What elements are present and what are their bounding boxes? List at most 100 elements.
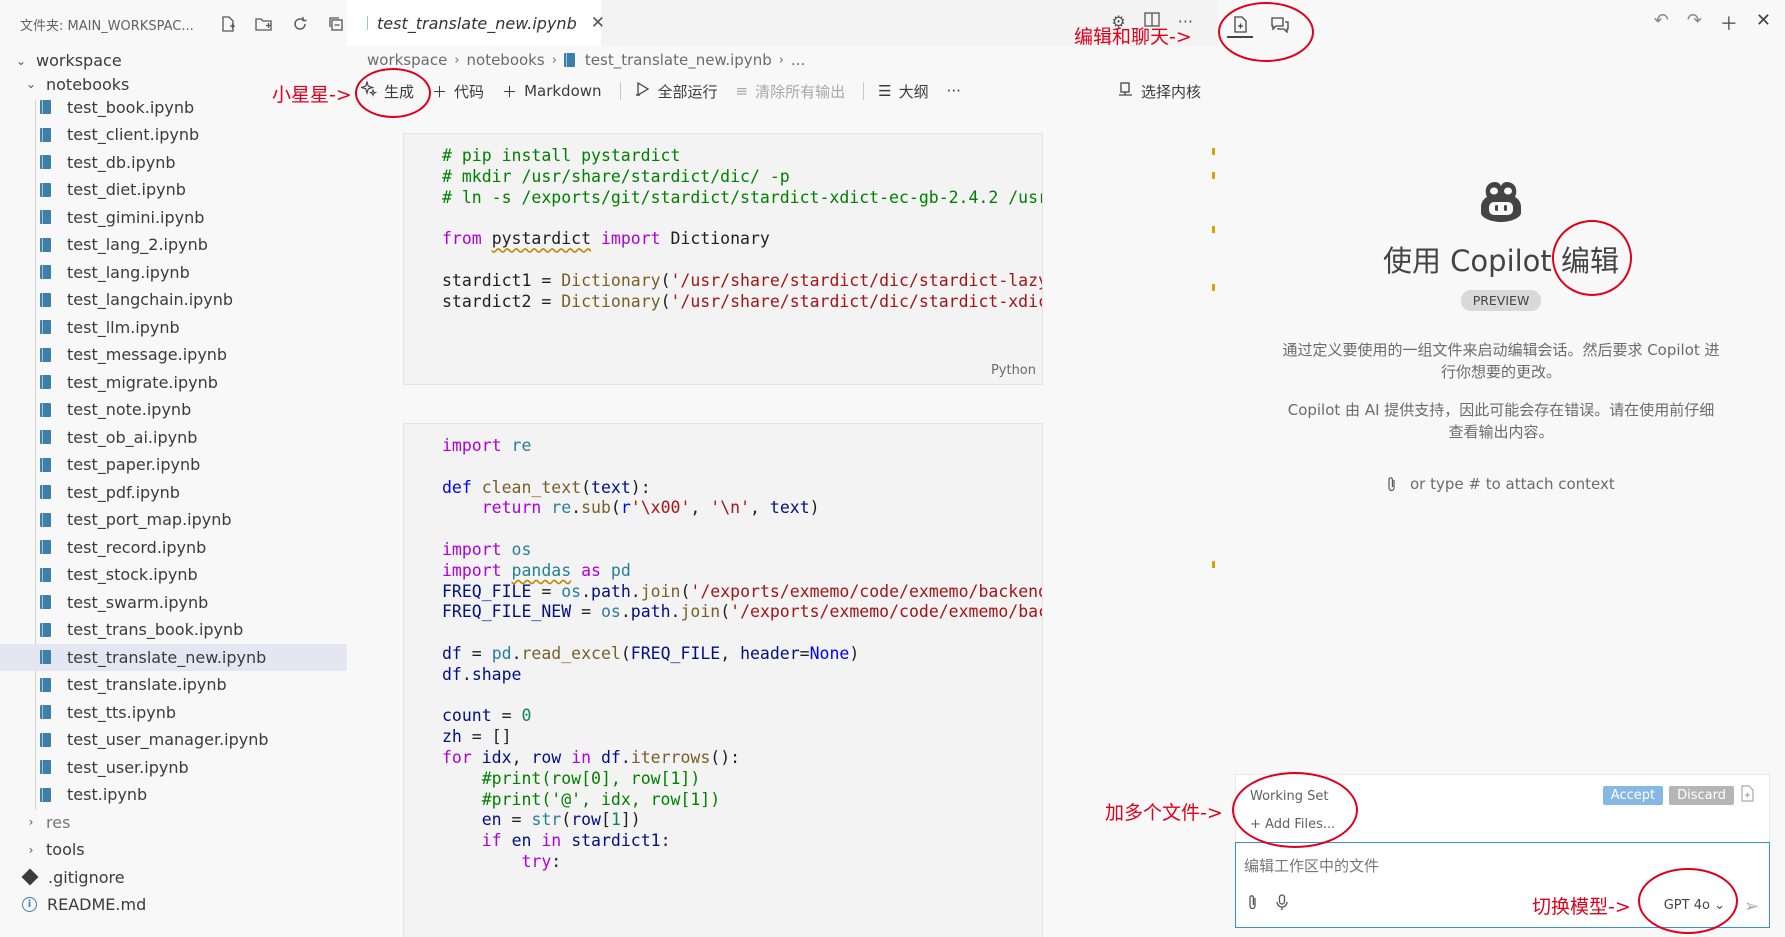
code-cell-2-source[interactable]: import re def clean_text(text): return r… xyxy=(404,424,1042,873)
outline-label: 大纲 xyxy=(898,82,929,101)
tree-item-file[interactable]: test_client.ipynb xyxy=(0,121,347,149)
tree-item-file[interactable]: i README.md xyxy=(0,891,347,919)
tree-item-label: README.md xyxy=(47,895,147,915)
copilot-disclaimer: Copilot 由 AI 提供支持，因此可能会存在错误。请在使用前仔细查看输出内… xyxy=(1287,401,1715,441)
toolbar-more-button[interactable]: ··· xyxy=(947,82,961,100)
tree-folder-collapsed[interactable]: › tools xyxy=(0,836,347,864)
send-icon[interactable]: ➢ xyxy=(1744,896,1759,917)
undo-icon[interactable]: ↶ xyxy=(1654,10,1669,36)
code-cell-1-source[interactable]: # pip install pystardict # mkdir /usr/sh… xyxy=(404,134,1042,312)
collapse-all-icon[interactable] xyxy=(325,13,347,35)
tree-item-file[interactable]: test_note.ipynb xyxy=(0,396,347,424)
tab-test-translate-new[interactable]: test_translate_new.ipynb ✕ xyxy=(347,0,605,46)
save-working-set-icon[interactable] xyxy=(1740,785,1755,806)
run-all-button[interactable]: 全部运行 xyxy=(635,81,718,102)
annotation-ring-tabs xyxy=(1218,2,1314,62)
tree-item-file[interactable]: test_lang.ipynb xyxy=(0,259,347,287)
tree-item-label: res xyxy=(46,812,71,832)
tree-item-file[interactable]: test_user_manager.ipynb xyxy=(0,726,347,754)
refresh-icon[interactable] xyxy=(289,13,311,35)
tree-item-file[interactable]: test_llm.ipynb xyxy=(0,314,347,342)
tree-item-label: test_client.ipynb xyxy=(67,125,200,145)
notebook-icon xyxy=(563,53,575,67)
clear-all-label: 清除所有输出 xyxy=(755,82,846,101)
tree-item-file[interactable]: test_swarm.ipynb xyxy=(0,589,347,617)
new-folder-icon[interactable] xyxy=(253,13,275,35)
explorer-sidebar: 文件夹: MAIN_WORKSPAC... ⌄ workspace ⌄ note… xyxy=(0,0,347,937)
breadcrumb-notebooks[interactable]: notebooks xyxy=(467,51,545,69)
clear-all-outputs-button[interactable]: ≡ 清除所有输出 xyxy=(736,81,846,102)
notebook-icon xyxy=(40,760,51,775)
tree-item-file[interactable]: test_translate_new.ipynb xyxy=(0,643,347,671)
notebook-icon xyxy=(40,155,51,170)
annotation-ring-edit xyxy=(1552,220,1632,296)
accept-button[interactable]: Accept xyxy=(1602,786,1664,805)
toolbar-divider xyxy=(863,82,865,100)
notebook-editor: test_translate_new.ipynb ✕ ⚙ ··· workspa… xyxy=(347,0,1217,937)
tree-item-file[interactable]: test_user.ipynb xyxy=(0,754,347,782)
close-icon[interactable]: ✕ xyxy=(591,13,605,33)
new-file-icon[interactable] xyxy=(217,13,239,35)
chevron-right-icon: › xyxy=(454,52,460,68)
tree-item-label: test_langchain.ipynb xyxy=(67,290,234,310)
notebook-icon xyxy=(40,402,51,417)
tree-item-label: test_lang_2.ipynb xyxy=(67,235,208,255)
notebook-icon xyxy=(40,567,51,582)
tree-item-file[interactable]: test_pdf.ipynb xyxy=(0,479,347,507)
select-kernel-button[interactable]: 选择内核 xyxy=(1118,76,1201,106)
gutter-change-marker xyxy=(1212,148,1215,155)
tree-item-file[interactable]: test_record.ipynb xyxy=(0,534,347,562)
toolbar-divider xyxy=(619,82,621,100)
tree-item-file[interactable]: test_gimini.ipynb xyxy=(0,204,347,232)
run-all-icon xyxy=(635,81,651,101)
info-icon: i xyxy=(22,897,37,913)
tree-item-file[interactable]: test_trans_book.ipynb xyxy=(0,616,347,644)
notebook-file-list: test_book.ipynb test_client.ipynb test_db.… xyxy=(0,94,347,809)
breadcrumb: workspace › notebooks › test_translate_n… xyxy=(367,49,805,71)
add-markdown-label: Markdown xyxy=(524,82,602,100)
tree-item-file[interactable]: test_langchain.ipynb xyxy=(0,286,347,314)
breadcrumb-file[interactable]: test_translate_new.ipynb xyxy=(585,51,772,69)
add-markdown-cell-button[interactable]: ＋ Markdown xyxy=(502,81,601,102)
code-cell-2[interactable]: import re def clean_text(text): return r… xyxy=(403,423,1043,937)
root-file-list: .gitignore i README.md xyxy=(0,864,347,919)
code-cell-1[interactable]: # pip install pystardict # mkdir /usr/sh… xyxy=(403,133,1043,385)
breadcrumb-workspace[interactable]: workspace xyxy=(367,51,447,69)
discard-button[interactable]: Discard xyxy=(1669,786,1734,805)
breadcrumb-more[interactable]: ... xyxy=(791,51,805,69)
new-session-icon[interactable]: ＋ xyxy=(1720,10,1738,36)
tree-item-file[interactable]: test_lang_2.ipynb xyxy=(0,231,347,259)
notebook-icon xyxy=(40,237,51,252)
tree-item-label: test_db.ipynb xyxy=(67,152,176,172)
outline-button[interactable]: ☰ 大纲 xyxy=(878,81,928,102)
annotation-switch-model: 切换模型-> xyxy=(1532,896,1631,918)
plus-icon: ＋ xyxy=(432,82,448,101)
tree-root-workspace[interactable]: ⌄ workspace xyxy=(0,47,347,75)
tree-item-file[interactable]: test_message.ipynb xyxy=(0,341,347,369)
attach-paperclip-icon[interactable] xyxy=(1248,894,1258,915)
redo-icon[interactable]: ↷ xyxy=(1687,10,1702,36)
tree-item-label: test_diet.ipynb xyxy=(67,180,186,200)
tree-item-file[interactable]: .gitignore xyxy=(0,864,347,892)
tree-item-file[interactable]: test_port_map.ipynb xyxy=(0,506,347,534)
tree-item-file[interactable]: test_ob_ai.ipynb xyxy=(0,424,347,452)
microphone-icon[interactable] xyxy=(1276,894,1288,915)
tree-item-file[interactable]: test_diet.ipynb xyxy=(0,176,347,204)
add-code-label: 代码 xyxy=(454,82,485,101)
tree-item-file[interactable]: test.ipynb xyxy=(0,781,347,809)
tab-label: test_translate_new.ipynb xyxy=(377,13,577,33)
select-kernel-label: 选择内核 xyxy=(1140,82,1201,101)
tree-item-file[interactable]: test_tts.ipynb xyxy=(0,699,347,727)
add-code-cell-button[interactable]: ＋ 代码 xyxy=(432,81,484,102)
cell-language-label[interactable]: Python xyxy=(991,363,1036,378)
notebook-icon xyxy=(40,677,51,692)
tree-item-file[interactable]: test_db.ipynb xyxy=(0,149,347,177)
tree-item-file[interactable]: test_paper.ipynb xyxy=(0,451,347,479)
tree-item-file[interactable]: test_stock.ipynb xyxy=(0,561,347,589)
tree-item-file[interactable]: test_migrate.ipynb xyxy=(0,369,347,397)
notebook-icon xyxy=(40,265,51,280)
tree-folder-collapsed[interactable]: › res xyxy=(0,809,347,837)
tree-item-file[interactable]: test_translate.ipynb xyxy=(0,671,347,699)
close-icon[interactable]: ✕ xyxy=(1756,10,1771,36)
notebook-icon xyxy=(40,512,51,527)
